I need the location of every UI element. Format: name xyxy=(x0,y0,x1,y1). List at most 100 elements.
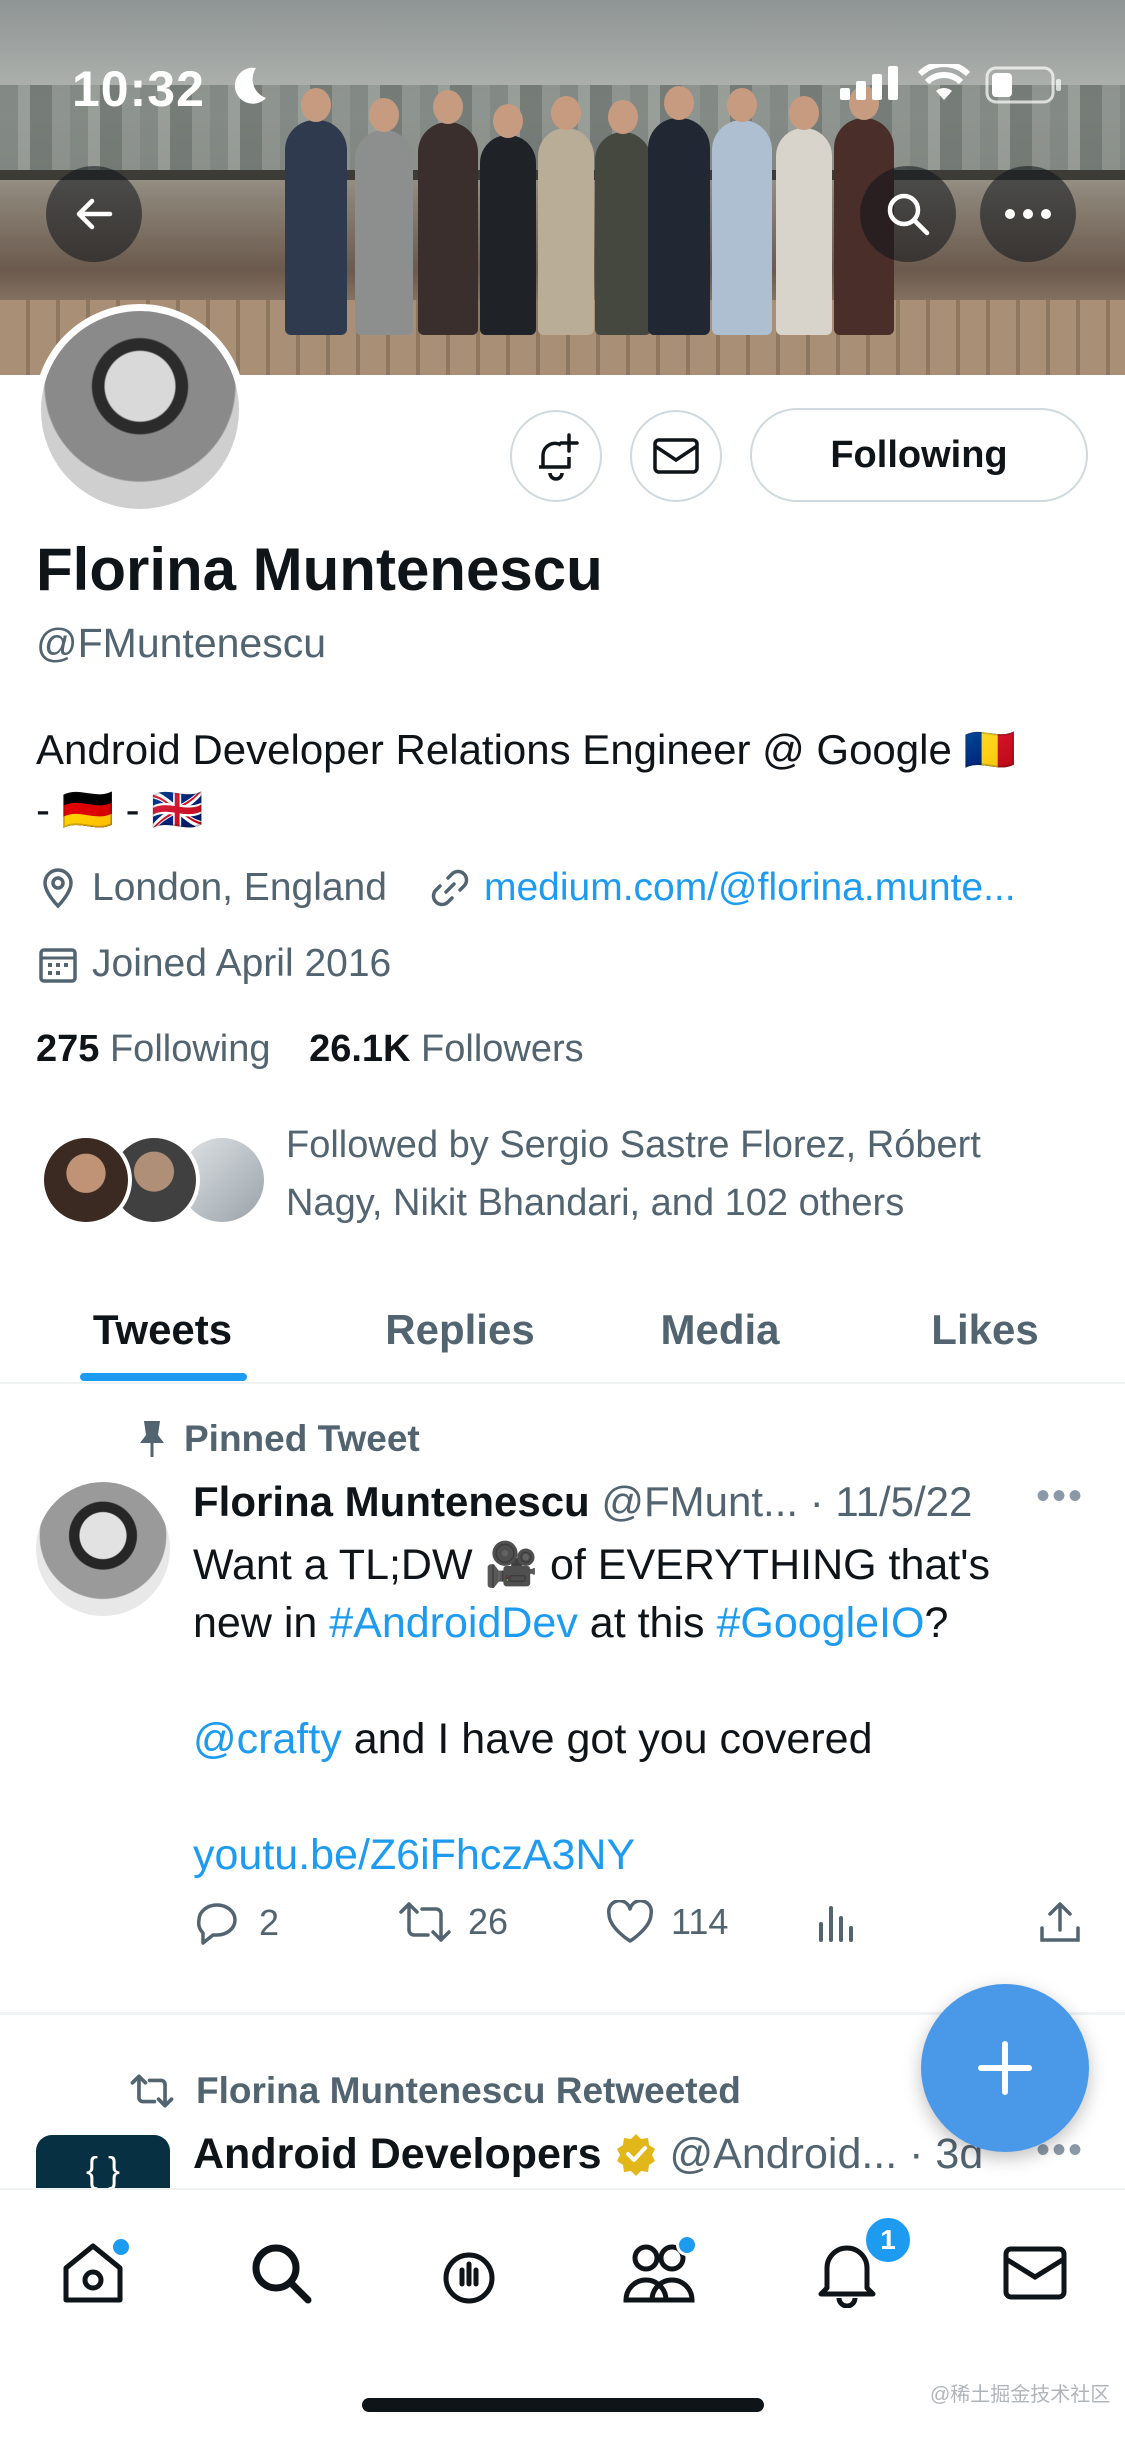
bell-plus-icon xyxy=(539,433,579,481)
notifications-subscribe-button[interactable] xyxy=(510,410,602,502)
joined-text: Joined April 2016 xyxy=(92,942,392,985)
followers-count: 26.1K xyxy=(309,1028,411,1070)
analytics-icon xyxy=(819,1906,853,1942)
pinned-text: Pinned Tweet xyxy=(184,1418,420,1459)
banner-person-head xyxy=(369,98,399,132)
message-button[interactable] xyxy=(630,410,722,502)
moon-icon xyxy=(230,64,270,113)
banner-person xyxy=(538,128,594,335)
mention-link[interactable]: @crafty xyxy=(193,1715,342,1763)
retweeted-label: Florina Muntenescu Retweeted xyxy=(130,2070,741,2112)
following-stat[interactable]: 275 Following xyxy=(36,1028,271,1070)
pin-icon xyxy=(140,1421,164,1457)
banner-person-head xyxy=(789,96,819,130)
back-button[interactable] xyxy=(46,166,142,262)
retweeted-text: Florina Muntenescu Retweeted xyxy=(196,2070,741,2111)
nav-messages[interactable] xyxy=(990,2228,1080,2318)
more-options-button[interactable] xyxy=(980,166,1076,262)
like-count: 114 xyxy=(671,1901,729,1942)
banner-person-head xyxy=(608,100,638,134)
location-text: London, England xyxy=(92,866,387,909)
location-pin-icon xyxy=(43,868,73,909)
tweet-author[interactable]: Florina Muntenescu xyxy=(193,1478,590,1525)
hashtag-link[interactable]: #AndroidDev xyxy=(329,1599,578,1647)
tweet-text-segment: ? xyxy=(924,1599,949,1647)
tab-tweets[interactable]: Tweets xyxy=(40,1280,285,1380)
tweet-text-segment: and I have got you covered xyxy=(341,1715,873,1763)
reply-count: 2 xyxy=(259,1902,280,1943)
profile-location: London, England xyxy=(36,866,387,910)
retweet-icon xyxy=(399,1902,451,1942)
tweet-url-link[interactable]: youtu.be/Z6iFhczA3NY xyxy=(193,1826,1053,1884)
tab-media[interactable]: Media xyxy=(610,1280,830,1380)
plus-icon xyxy=(978,2041,1032,2095)
unread-dot xyxy=(110,2236,132,2258)
notification-badge: 1 xyxy=(862,2214,914,2266)
retweet-count: 26 xyxy=(468,1901,509,1942)
more-horizontal-icon xyxy=(1005,209,1051,219)
verified-badge-icon xyxy=(616,2134,655,2176)
profile-joined: Joined April 2016 xyxy=(36,942,391,986)
banner-person xyxy=(285,120,347,335)
banner-person-head xyxy=(551,96,581,130)
tweet-avatar[interactable] xyxy=(36,1482,170,1616)
tweet-more-icon[interactable]: ••• xyxy=(1036,1474,1084,1519)
views-button[interactable] xyxy=(815,1900,859,1944)
tweet-handle: @FMunt... xyxy=(601,1478,799,1525)
tweet-date: · 11/5/22 xyxy=(809,1478,973,1525)
profile-name: Florina Muntenescu xyxy=(36,536,603,603)
banner-person-head xyxy=(664,86,694,120)
link-icon xyxy=(431,869,469,907)
following-button[interactable]: Following xyxy=(750,408,1088,502)
battery-icon xyxy=(985,66,1063,109)
nav-spaces[interactable] xyxy=(424,2228,514,2318)
tab-replies[interactable]: Replies xyxy=(340,1280,580,1380)
followed-by-avatars[interactable] xyxy=(36,1134,268,1230)
banner-person xyxy=(595,132,651,335)
share-icon xyxy=(1040,1902,1080,1942)
arrow-left-icon xyxy=(76,198,113,230)
nav-home[interactable] xyxy=(48,2228,138,2318)
retweet-button[interactable]: 26 xyxy=(398,1900,508,1944)
banner-person xyxy=(712,120,772,335)
banner-person xyxy=(648,118,710,335)
banner-person xyxy=(480,135,536,335)
tweet-actions: 2 26 114 xyxy=(193,1900,1093,1960)
banner-person-head xyxy=(433,90,463,124)
calendar-icon xyxy=(39,948,77,983)
tweet-text-segment: at this xyxy=(577,1599,717,1647)
bio-line: - 🇩🇪 - 🇬🇧 xyxy=(36,786,204,833)
tweet-text: Want a TL;DW 🎥 of EVERYTHING that's new … xyxy=(193,1536,1053,1884)
nav-search[interactable] xyxy=(236,2228,326,2318)
hashtag-link[interactable]: #GoogleIO xyxy=(716,1599,924,1647)
tab-likes[interactable]: Likes xyxy=(880,1280,1090,1380)
search-icon xyxy=(887,193,930,236)
following-label: Following xyxy=(109,1028,271,1070)
search-icon xyxy=(252,2244,312,2304)
nav-notifications[interactable]: 1 xyxy=(802,2214,914,2318)
profile-website[interactable]: medium.com/@florina.munte... xyxy=(428,866,1016,910)
followers-stat[interactable]: 26.1K Followers xyxy=(309,1028,584,1070)
bio-line: Android Developer Relations Engineer @ G… xyxy=(36,726,1016,773)
envelope-icon xyxy=(653,438,699,474)
profile-tabs: Tweets Replies Media Likes xyxy=(0,1280,1125,1384)
nav-communities[interactable] xyxy=(614,2228,704,2318)
tweet-author[interactable]: Android Developers xyxy=(193,2130,602,2178)
share-button[interactable] xyxy=(1037,1900,1083,1946)
search-button[interactable] xyxy=(860,166,956,262)
like-button[interactable]: 114 xyxy=(605,1900,728,1944)
profile-avatar[interactable] xyxy=(34,304,246,516)
status-time: 10:32 xyxy=(72,61,205,117)
banner-person-head xyxy=(301,88,331,122)
home-indicator[interactable] xyxy=(362,2398,764,2412)
profile-stats: 275 Following 26.1K Followers xyxy=(36,1028,584,1071)
reply-button[interactable]: 2 xyxy=(193,1900,279,1946)
website-link[interactable]: medium.com/@florina.munte... xyxy=(484,866,1016,910)
banner-person xyxy=(776,128,832,335)
reply-icon xyxy=(196,1903,237,1945)
banner-person-head xyxy=(493,104,523,138)
followed-by-text[interactable]: Followed by Sergio Sastre Florez, Róbert… xyxy=(286,1116,1066,1232)
signal-icon xyxy=(840,66,900,105)
tab-indicator xyxy=(80,1373,247,1381)
compose-tweet-button[interactable] xyxy=(921,1984,1089,2152)
